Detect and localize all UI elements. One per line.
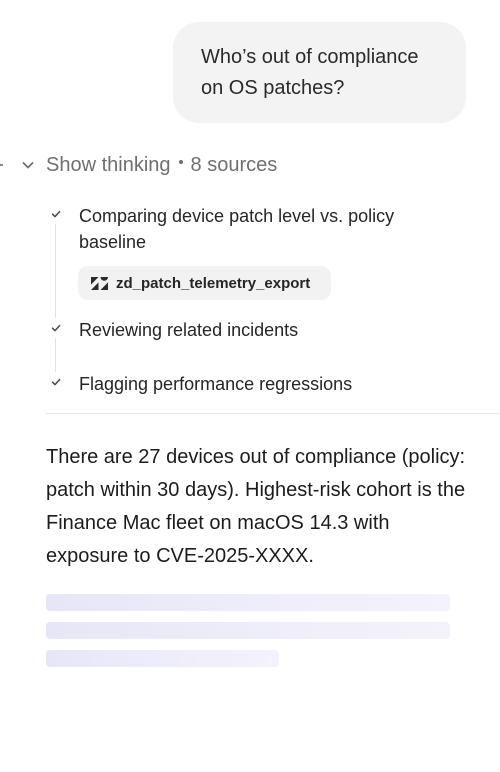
check-icon [46,318,66,338]
user-message-line-1: Who’s out of compliance [201,46,419,68]
user-message-line-2: on OS patches? [201,77,345,99]
show-thinking-toggle[interactable]: Show thinking 8 sources [20,150,277,180]
thinking-step-3: Flagging performance regressions [46,371,439,397]
thinking-step-label: Comparing device patch level vs. policy … [79,206,395,252]
loading-skeleton-line [46,650,279,667]
show-thinking-label: Show thinking [46,153,171,176]
loading-skeleton-line [46,622,450,639]
source-chip[interactable]: zd_patch_telemetry_export [78,266,331,300]
user-message-bubble: Who’s out of compliance on OS patches? [173,22,466,123]
chevron-down-icon [20,157,36,173]
assistant-answer: There are 27 devices out of compliance (… [46,446,466,567]
thinking-step-label: Flagging performance regressions [79,374,353,394]
zendesk-logo-icon [91,276,108,290]
source-chip-label: zd_patch_telemetry_export [116,274,311,292]
separator-dot [178,160,183,164]
sources-count: 8 sources [190,153,278,176]
divider [46,413,500,414]
check-icon [46,372,66,392]
loading-skeleton-line [46,594,450,611]
edge-tick [0,164,3,166]
thinking-step-1: Comparing device patch level vs. policy … [46,203,439,255]
check-icon [46,204,66,224]
thinking-step-label: Reviewing related incidents [79,320,299,340]
thinking-step-2: Reviewing related incidents [46,317,439,343]
